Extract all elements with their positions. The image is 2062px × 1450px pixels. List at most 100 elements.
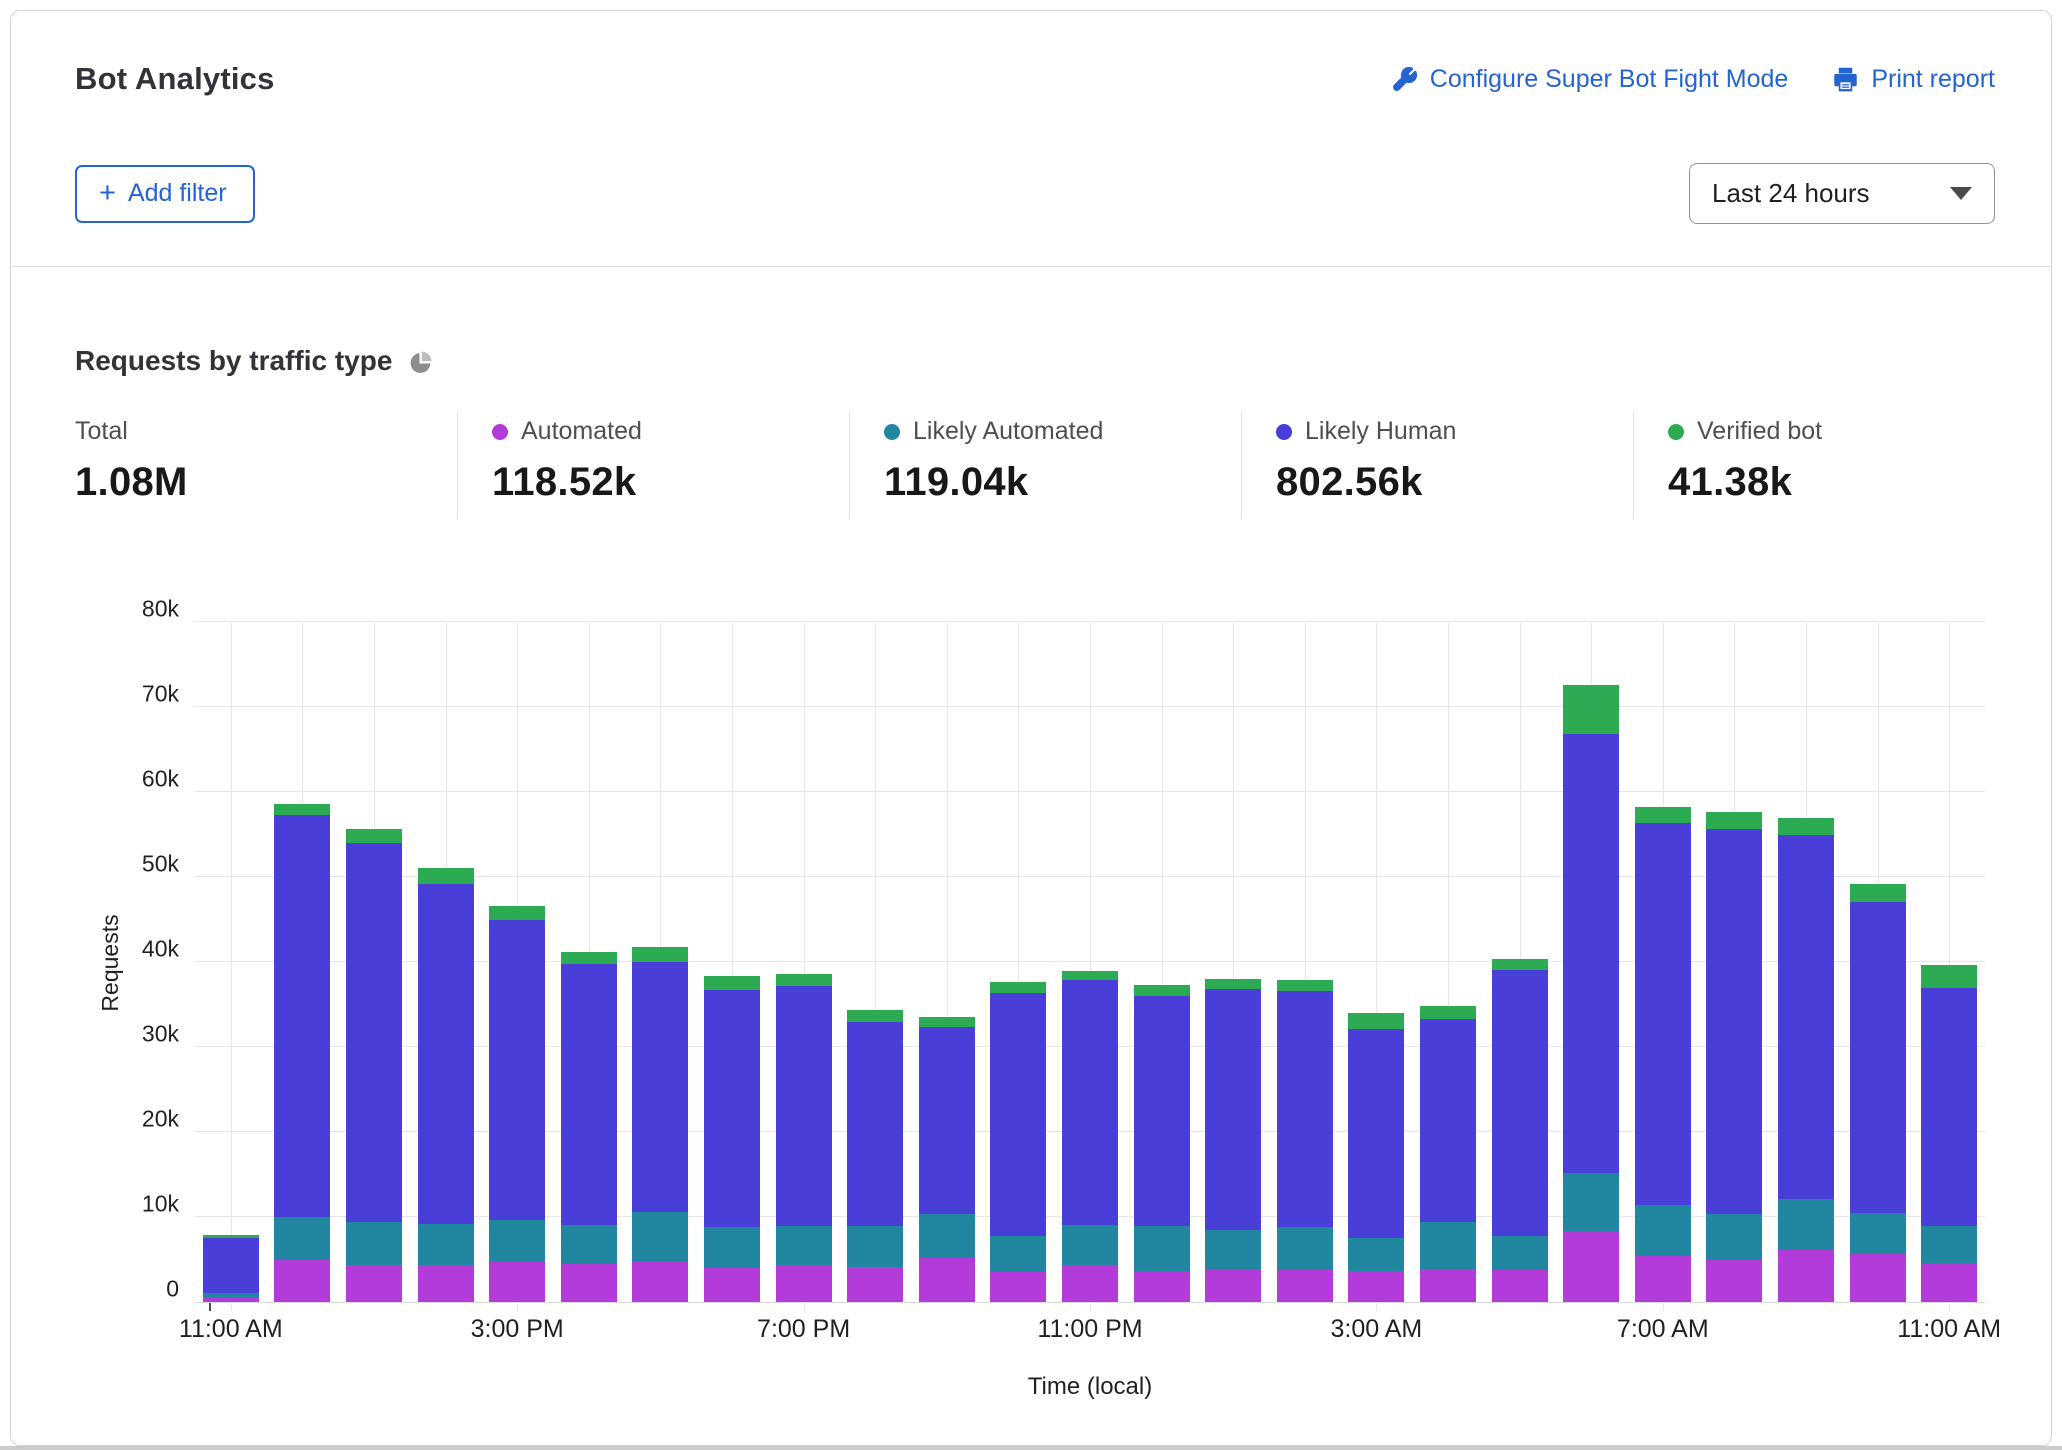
bar-segment-likely_human[interactable] bbox=[489, 920, 545, 1221]
bar-segment-automated[interactable] bbox=[1205, 1269, 1261, 1302]
bar-segment-likely_automated[interactable] bbox=[1205, 1230, 1261, 1269]
bar-segment-likely_human[interactable] bbox=[1134, 996, 1190, 1226]
bar-segment-verified_bot[interactable] bbox=[990, 982, 1046, 992]
bar-segment-automated[interactable] bbox=[1635, 1256, 1691, 1302]
bar-segment-likely_human[interactable] bbox=[1062, 980, 1118, 1225]
bar-segment-verified_bot[interactable] bbox=[418, 868, 474, 884]
stacked-bar[interactable] bbox=[1778, 818, 1834, 1302]
bar-segment-verified_bot[interactable] bbox=[1062, 971, 1118, 980]
bar-segment-automated[interactable] bbox=[990, 1272, 1046, 1302]
bar-segment-likely_human[interactable] bbox=[1635, 823, 1691, 1205]
bar-segment-verified_bot[interactable] bbox=[1635, 807, 1691, 823]
stacked-bar[interactable] bbox=[847, 1010, 903, 1302]
bar-segment-verified_bot[interactable] bbox=[561, 952, 617, 964]
bar-segment-verified_bot[interactable] bbox=[1134, 985, 1190, 996]
stacked-bar[interactable] bbox=[1706, 812, 1762, 1302]
bar-segment-likely_human[interactable] bbox=[274, 815, 330, 1217]
bar-segment-verified_bot[interactable] bbox=[1348, 1013, 1404, 1029]
add-filter-button[interactable]: + Add filter bbox=[75, 165, 255, 223]
bar-segment-likely_human[interactable] bbox=[418, 884, 474, 1224]
bar-segment-verified_bot[interactable] bbox=[847, 1010, 903, 1021]
bar-segment-verified_bot[interactable] bbox=[274, 804, 330, 815]
bar-segment-verified_bot[interactable] bbox=[1492, 959, 1548, 970]
bar-segment-automated[interactable] bbox=[1563, 1231, 1619, 1302]
bar-segment-verified_bot[interactable] bbox=[1277, 980, 1333, 991]
bar-segment-automated[interactable] bbox=[1348, 1271, 1404, 1302]
stacked-bar[interactable] bbox=[346, 829, 402, 1302]
stacked-bar[interactable] bbox=[776, 974, 832, 1302]
bar-segment-verified_bot[interactable] bbox=[1563, 685, 1619, 734]
bar-segment-likely_automated[interactable] bbox=[919, 1214, 975, 1257]
stacked-bar[interactable] bbox=[1563, 685, 1619, 1302]
bar-segment-likely_automated[interactable] bbox=[1277, 1227, 1333, 1270]
bar-segment-automated[interactable] bbox=[847, 1267, 903, 1302]
bar-segment-likely_automated[interactable] bbox=[1420, 1222, 1476, 1269]
bar-segment-likely_human[interactable] bbox=[704, 990, 760, 1227]
stacked-bar[interactable] bbox=[203, 1235, 259, 1302]
bar-segment-likely_human[interactable] bbox=[1277, 991, 1333, 1227]
bar-segment-likely_automated[interactable] bbox=[990, 1236, 1046, 1273]
bar-segment-likely_automated[interactable] bbox=[1563, 1173, 1619, 1232]
bar-segment-likely_human[interactable] bbox=[919, 1027, 975, 1214]
bar-segment-automated[interactable] bbox=[489, 1262, 545, 1302]
stacked-bar[interactable] bbox=[1134, 985, 1190, 1302]
bar-segment-verified_bot[interactable] bbox=[1921, 965, 1977, 987]
bar-segment-automated[interactable] bbox=[1778, 1250, 1834, 1302]
bar-segment-automated[interactable] bbox=[704, 1268, 760, 1302]
bar-segment-likely_automated[interactable] bbox=[776, 1226, 832, 1265]
bar-segment-likely_human[interactable] bbox=[1778, 835, 1834, 1199]
bar-segment-likely_automated[interactable] bbox=[418, 1224, 474, 1265]
bar-segment-likely_human[interactable] bbox=[1563, 734, 1619, 1173]
stacked-bar[interactable] bbox=[1635, 807, 1691, 1302]
bar-segment-likely_human[interactable] bbox=[203, 1238, 259, 1292]
bar-segment-automated[interactable] bbox=[561, 1264, 617, 1302]
print-report-link[interactable]: Print report bbox=[1832, 65, 1995, 94]
bar-segment-automated[interactable] bbox=[274, 1260, 330, 1302]
configure-super-bot-fight-mode-link[interactable]: Configure Super Bot Fight Mode bbox=[1391, 65, 1789, 94]
bar-segment-likely_automated[interactable] bbox=[1850, 1213, 1906, 1255]
bar-segment-likely_automated[interactable] bbox=[274, 1217, 330, 1260]
bar-segment-automated[interactable] bbox=[1420, 1269, 1476, 1302]
bar-segment-likely_automated[interactable] bbox=[632, 1212, 688, 1261]
stacked-bar[interactable] bbox=[704, 976, 760, 1302]
bar-segment-automated[interactable] bbox=[1850, 1254, 1906, 1302]
bar-segment-automated[interactable] bbox=[1706, 1260, 1762, 1303]
bar-segment-automated[interactable] bbox=[776, 1265, 832, 1302]
bar-segment-likely_automated[interactable] bbox=[1134, 1226, 1190, 1271]
stacked-bar[interactable] bbox=[1850, 884, 1906, 1302]
stacked-bar[interactable] bbox=[1348, 1013, 1404, 1302]
bar-segment-verified_bot[interactable] bbox=[632, 947, 688, 962]
bar-segment-likely_automated[interactable] bbox=[1635, 1205, 1691, 1256]
bar-segment-verified_bot[interactable] bbox=[919, 1017, 975, 1027]
bar-segment-verified_bot[interactable] bbox=[1778, 818, 1834, 835]
stacked-bar[interactable] bbox=[561, 952, 617, 1302]
bar-segment-verified_bot[interactable] bbox=[1205, 979, 1261, 989]
bar-segment-verified_bot[interactable] bbox=[346, 829, 402, 843]
bar-segment-automated[interactable] bbox=[1921, 1263, 1977, 1302]
stacked-bar[interactable] bbox=[489, 906, 545, 1302]
bar-segment-likely_human[interactable] bbox=[1492, 970, 1548, 1236]
bar-segment-likely_human[interactable] bbox=[1348, 1029, 1404, 1238]
stacked-bar[interactable] bbox=[1921, 965, 1977, 1302]
stacked-bar[interactable] bbox=[919, 1017, 975, 1302]
bar-segment-likely_automated[interactable] bbox=[489, 1220, 545, 1262]
bar-segment-likely_human[interactable] bbox=[1921, 988, 1977, 1227]
bar-segment-verified_bot[interactable] bbox=[1706, 812, 1762, 830]
bar-segment-likely_human[interactable] bbox=[776, 986, 832, 1226]
bar-segment-automated[interactable] bbox=[919, 1258, 975, 1302]
stacked-bar[interactable] bbox=[1420, 1006, 1476, 1302]
bar-segment-likely_human[interactable] bbox=[632, 962, 688, 1212]
bar-segment-verified_bot[interactable] bbox=[776, 974, 832, 986]
bar-segment-likely_human[interactable] bbox=[1420, 1019, 1476, 1222]
bar-segment-likely_automated[interactable] bbox=[1348, 1238, 1404, 1270]
time-range-select[interactable]: Last 24 hours bbox=[1689, 163, 1995, 224]
bar-segment-likely_automated[interactable] bbox=[346, 1222, 402, 1265]
bar-segment-likely_human[interactable] bbox=[1205, 989, 1261, 1230]
bar-segment-likely_human[interactable] bbox=[1706, 829, 1762, 1214]
bar-segment-automated[interactable] bbox=[1062, 1265, 1118, 1302]
stacked-bar[interactable] bbox=[1492, 959, 1548, 1302]
bar-segment-automated[interactable] bbox=[632, 1261, 688, 1302]
stacked-bar[interactable] bbox=[1062, 971, 1118, 1302]
bar-segment-automated[interactable] bbox=[346, 1265, 402, 1302]
bar-segment-likely_automated[interactable] bbox=[704, 1227, 760, 1268]
